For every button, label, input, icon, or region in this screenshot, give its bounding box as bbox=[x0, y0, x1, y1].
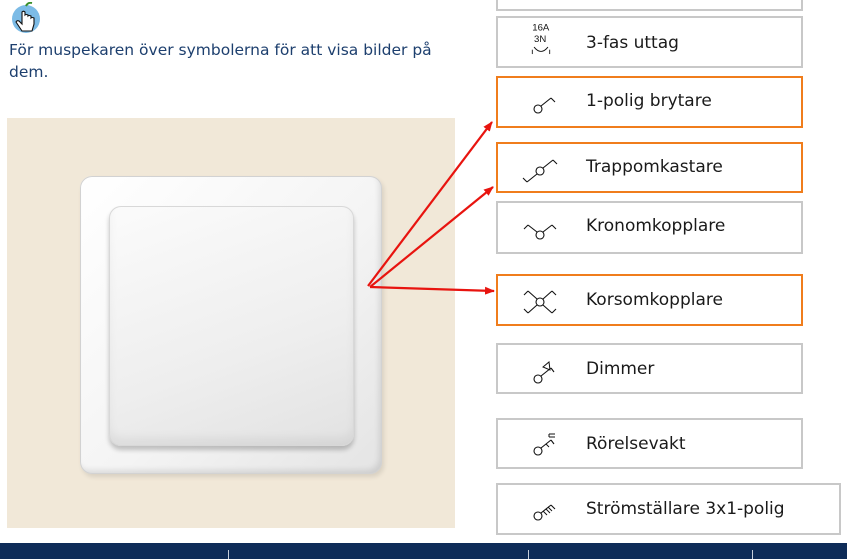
switch-cover-plate bbox=[80, 176, 382, 474]
symbol-button-rorelsevakt[interactable]: Rörelsevakt bbox=[496, 418, 803, 469]
three-pole-switch-symbol-icon bbox=[533, 504, 556, 521]
symbol-label: Rörelsevakt bbox=[586, 434, 686, 454]
symbol-button-partial[interactable] bbox=[496, 0, 803, 11]
footer-divider bbox=[228, 550, 229, 559]
symbol-button-1-polig-brytare[interactable]: 1-polig brytare bbox=[496, 76, 803, 128]
symbol-button-3-fas-uttag[interactable]: 16A 3N 3-fas uttag bbox=[496, 16, 803, 68]
symbol-label: Trappomkastare bbox=[586, 157, 723, 177]
symbol-label: Dimmer bbox=[586, 359, 655, 379]
three-phase-outlet-symbol-icon: 16A 3N bbox=[531, 23, 551, 55]
footer-bar bbox=[0, 543, 847, 559]
chandelier-switch-symbol-icon bbox=[523, 224, 557, 240]
footer-divider bbox=[528, 550, 529, 559]
switch-rocker bbox=[109, 206, 354, 446]
dimmer-symbol-icon bbox=[533, 361, 555, 384]
symbol-button-dimmer[interactable]: Dimmer bbox=[496, 343, 803, 394]
pointer-hand-icon bbox=[12, 2, 40, 33]
symbol-label: Strömställare 3x1-polig bbox=[586, 499, 785, 519]
symbol-label: Kronomkopplare bbox=[586, 216, 726, 236]
motion-detector-symbol-icon bbox=[533, 433, 555, 456]
symbol-button-kronomkopplare[interactable]: Kronomkopplare bbox=[496, 201, 803, 254]
single-pole-switch-symbol-icon bbox=[533, 97, 556, 114]
svg-text:3N: 3N bbox=[534, 34, 546, 45]
symbol-button-korsomkopplare[interactable]: Korsomkopplare bbox=[496, 274, 803, 326]
symbol-label: 3-fas uttag bbox=[586, 33, 679, 53]
symbol-label: Korsomkopplare bbox=[586, 290, 723, 310]
intermediate-switch-symbol-icon bbox=[523, 290, 557, 314]
footer-divider bbox=[752, 550, 753, 559]
svg-text:16A: 16A bbox=[532, 23, 550, 34]
two-way-switch-symbol-icon bbox=[522, 159, 558, 183]
symbol-button-trappomkastare[interactable]: Trappomkastare bbox=[496, 142, 803, 193]
instruction-text: För muspekaren över symbolerna för att v… bbox=[9, 41, 432, 81]
symbol-label: 1-polig brytare bbox=[586, 91, 712, 111]
symbol-button-stromstallare-3x1-polig[interactable]: Strömställare 3x1-polig bbox=[496, 483, 841, 535]
switch-photo bbox=[7, 118, 455, 528]
